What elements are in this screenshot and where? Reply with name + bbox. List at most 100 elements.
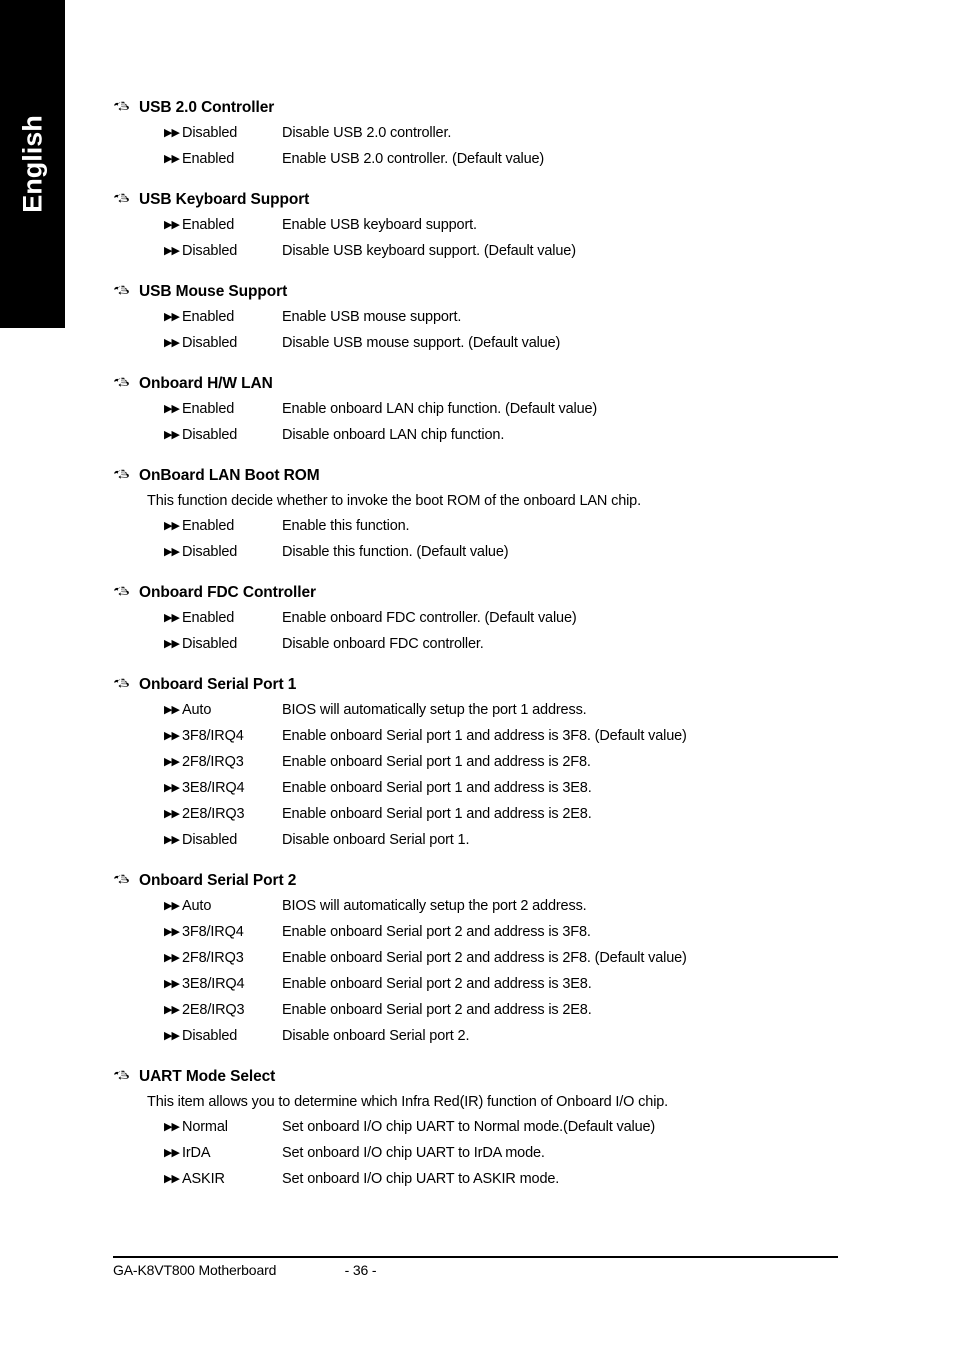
option-description: Enable USB 2.0 controller. (Default valu… <box>282 151 545 167</box>
option-description: Disable this function. (Default value) <box>282 544 509 560</box>
option-description: Enable onboard Serial port 1 and address… <box>282 754 591 770</box>
double-triangle-right-icon: ▶▶ <box>164 520 180 532</box>
section-heading: Onboard H/W LAN <box>113 372 873 395</box>
double-triangle-right-icon: ▶▶ <box>164 612 180 624</box>
option-row: ▶▶ 2E8/IRQ3 Enable onboard Serial port 1 a… <box>113 802 873 828</box>
option-row: ▶▶ Disabled Disable USB keyboard support. … <box>113 239 873 265</box>
section-title: Onboard Serial Port 2 <box>139 872 297 889</box>
option-row: ▶▶ 3F8/IRQ4 Enable onboard Serial port 2 a… <box>113 920 873 946</box>
bios-setting-section: UART Mode Select This item allows you to … <box>113 1065 873 1193</box>
option-name: Auto <box>182 702 212 718</box>
section-title: USB 2.0 Controller <box>139 99 275 116</box>
section-heading: Onboard FDC Controller <box>113 581 873 604</box>
option-name: 3E8/IRQ4 <box>182 976 245 992</box>
double-triangle-right-icon: ▶▶ <box>164 127 180 139</box>
option-row: ▶▶ 3E8/IRQ4 Enable onboard Serial port 2 a… <box>113 972 873 998</box>
double-triangle-right-icon: ▶▶ <box>164 1173 180 1185</box>
double-triangle-right-icon: ▶▶ <box>164 834 180 846</box>
option-description: Enable onboard Serial port 2 and address… <box>282 924 591 940</box>
option-name: Disabled <box>182 243 238 259</box>
section-note: This item allows you to determine which … <box>147 1094 669 1110</box>
option-description: Set onboard I/O chip UART to Normal mode… <box>282 1119 656 1135</box>
option-description: Enable USB keyboard support. <box>282 217 477 233</box>
option-name: Enabled <box>182 610 235 626</box>
option-name: Disabled <box>182 125 238 141</box>
double-triangle-right-icon: ▶▶ <box>164 429 180 441</box>
section-title: UART Mode Select <box>139 1068 276 1085</box>
section-title: USB Mouse Support <box>139 283 288 300</box>
pointing-hand-icon <box>113 371 139 387</box>
section-heading: Onboard Serial Port 2 <box>113 869 873 892</box>
option-description: Enable onboard LAN chip function. (Defau… <box>282 401 598 417</box>
option-name: 3E8/IRQ4 <box>182 780 245 796</box>
option-description: Enable onboard Serial port 1 and address… <box>282 728 687 744</box>
pointing-hand-icon <box>113 187 139 203</box>
section-title: Onboard Serial Port 1 <box>139 676 297 693</box>
double-triangle-right-icon: ▶▶ <box>164 219 180 231</box>
option-description: Disable onboard Serial port 1. <box>282 832 470 848</box>
double-triangle-right-icon: ▶▶ <box>164 1147 180 1159</box>
double-triangle-right-icon: ▶▶ <box>164 1121 180 1133</box>
option-name: Disabled <box>182 636 238 652</box>
pointing-hand-icon <box>113 672 139 688</box>
option-row: ▶▶ Auto BIOS will automatically setup the … <box>113 698 873 724</box>
pointing-hand-icon <box>113 1064 139 1080</box>
option-row: ▶▶ 2F8/IRQ3 Enable onboard Serial port 1 a… <box>113 750 873 776</box>
pointing-hand-icon <box>113 580 139 596</box>
option-description: Enable onboard FDC controller. (Default … <box>282 610 577 626</box>
option-description: Disable onboard FDC controller. <box>282 636 484 652</box>
double-triangle-right-icon: ▶▶ <box>164 756 180 768</box>
option-row: ▶▶ Enabled Enable USB mouse support. <box>113 305 873 331</box>
double-triangle-right-icon: ▶▶ <box>164 978 180 990</box>
option-name: IrDA <box>182 1145 211 1161</box>
option-row: ▶▶ Disabled Disable this function. (Defaul… <box>113 540 873 566</box>
option-name: 2E8/IRQ3 <box>182 806 245 822</box>
double-triangle-right-icon: ▶▶ <box>164 311 180 323</box>
option-description: Disable USB keyboard support. (Default v… <box>282 243 576 259</box>
double-triangle-right-icon: ▶▶ <box>164 900 180 912</box>
option-name: Enabled <box>182 401 235 417</box>
option-row: ▶▶ Enabled Enable this function. <box>113 514 873 540</box>
option-row: ▶▶ ASKIR Set onboard I/O chip UART to ASKI… <box>113 1167 873 1193</box>
option-name: Enabled <box>182 309 235 325</box>
option-description: Disable USB 2.0 controller. <box>282 125 452 141</box>
pointing-hand-icon <box>113 279 139 295</box>
option-description: Set onboard I/O chip UART to ASKIR mode. <box>282 1171 560 1187</box>
option-description: Enable onboard Serial port 1 and address… <box>282 780 592 796</box>
double-triangle-right-icon: ▶▶ <box>164 1030 180 1042</box>
option-row: ▶▶ Enabled Enable onboard FDC controller. … <box>113 606 873 632</box>
option-row: ▶▶ 3E8/IRQ4 Enable onboard Serial port 1 a… <box>113 776 873 802</box>
option-row: ▶▶ Disabled Disable onboard Serial port 2. <box>113 1024 873 1050</box>
double-triangle-right-icon: ▶▶ <box>164 337 180 349</box>
option-row: ▶▶ Disabled Disable onboard LAN chip funct… <box>113 423 873 449</box>
double-triangle-right-icon: ▶▶ <box>164 730 180 742</box>
double-triangle-right-icon: ▶▶ <box>164 808 180 820</box>
language-tab-label: English <box>17 115 47 213</box>
option-row: ▶▶ IrDA Set onboard I/O chip UART to IrDA … <box>113 1141 873 1167</box>
pointing-hand-icon <box>113 95 139 111</box>
pointing-hand-icon <box>113 868 139 884</box>
bios-setting-section: Onboard H/W LAN ▶▶ Enabled Enable onboard L… <box>113 372 873 449</box>
option-description: Disable onboard Serial port 2. <box>282 1028 470 1044</box>
bios-setting-section: Onboard Serial Port 1 ▶▶ Auto BIOS will aut… <box>113 673 873 854</box>
option-description: Enable onboard Serial port 1 and address… <box>282 806 592 822</box>
double-triangle-right-icon: ▶▶ <box>164 403 180 415</box>
option-description: Enable this function. <box>282 518 410 534</box>
double-triangle-right-icon: ▶▶ <box>164 782 180 794</box>
footer-page-number: - 36 - <box>344 1262 377 1278</box>
option-row: ▶▶ Enabled Enable onboard LAN chip functio… <box>113 397 873 423</box>
option-row: ▶▶ Disabled Disable onboard FDC controller… <box>113 632 873 658</box>
option-row: ▶▶ Disabled Disable USB mouse support. (De… <box>113 331 873 357</box>
bios-setting-section: Onboard Serial Port 2 ▶▶ Auto BIOS will aut… <box>113 869 873 1050</box>
double-triangle-right-icon: ▶▶ <box>164 704 180 716</box>
option-name: Disabled <box>182 1028 238 1044</box>
option-name: Disabled <box>182 544 238 560</box>
option-name: Enabled <box>182 518 235 534</box>
bios-setting-section: Onboard FDC Controller ▶▶ Enabled Enable on… <box>113 581 873 658</box>
option-description: Disable USB mouse support. (Default valu… <box>282 335 561 351</box>
option-name: Enabled <box>182 151 235 167</box>
option-description: Enable onboard Serial port 2 and address… <box>282 950 687 966</box>
section-title: Onboard H/W LAN <box>139 375 273 392</box>
option-name: 3F8/IRQ4 <box>182 728 244 744</box>
option-description: Enable onboard Serial port 2 and address… <box>282 1002 592 1018</box>
